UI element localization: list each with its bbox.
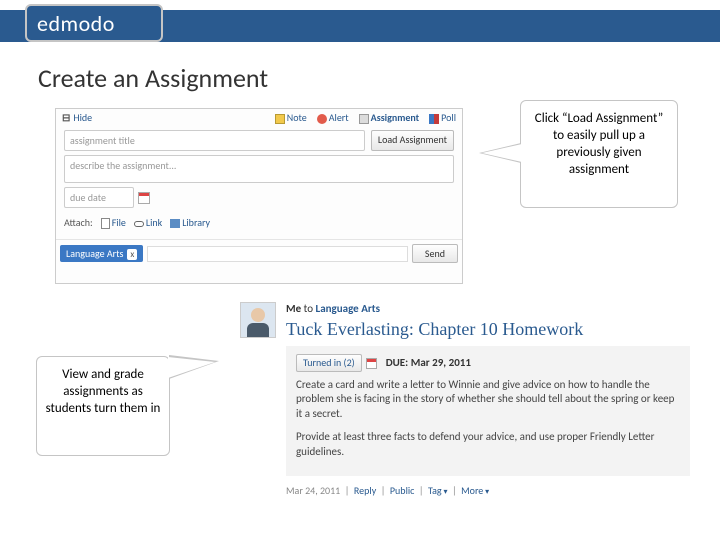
tab-alert[interactable]: Alert (317, 111, 349, 124)
attach-link-link[interactable]: Link (134, 216, 162, 229)
post-paragraph: Create a card and write a letter to Winn… (296, 378, 680, 423)
attach-library-link[interactable]: Library (170, 216, 210, 229)
recipient-tag-label: Language Arts (66, 247, 123, 260)
post-paragraph: Provide at least three facts to defend y… (296, 430, 680, 460)
post-author: Me (286, 302, 301, 315)
page-title: Create an Assignment (38, 62, 268, 94)
collapse-icon: ⊟ (62, 111, 70, 124)
alert-icon (317, 114, 327, 124)
callout-load-assignment: Click “Load Assignment” to easily pull u… (520, 100, 678, 208)
attach-file-link[interactable]: File (101, 216, 126, 229)
post-body: Create a card and write a letter to Winn… (296, 378, 680, 460)
library-icon (170, 219, 180, 228)
assignment-description-input[interactable]: describe the assignment... (64, 155, 454, 183)
recipient-input[interactable] (147, 246, 408, 262)
reply-link[interactable]: Reply (354, 484, 376, 497)
remove-tag-button[interactable]: x (127, 249, 137, 260)
attach-label: Attach: (64, 216, 93, 229)
tab-assignment[interactable]: Assignment (359, 111, 420, 124)
post-body-box: Turned in (2) DUE: Mar 29, 2011 Create a… (286, 346, 690, 476)
tab-note[interactable]: Note (275, 111, 307, 124)
assignment-post: Me to Language Arts Tuck Everlasting: Ch… (240, 302, 690, 497)
turned-in-button[interactable]: Turned in (2) (296, 354, 362, 372)
post-meta: Mar 24, 2011 | Reply | Public | Tag | Mo… (286, 484, 690, 497)
hide-link[interactable]: Hide (73, 111, 92, 124)
note-icon (275, 114, 285, 124)
assignment-form: ⊟ Hide Note Alert Assignment Poll assign… (55, 108, 463, 284)
logo: edmodo (25, 4, 163, 42)
due-label: DUE: Mar 29, 2011 (386, 356, 471, 369)
post-date: Mar 24, 2011 (286, 484, 340, 497)
post-header: Me to Language Arts (286, 302, 690, 315)
calendar-icon[interactable] (138, 192, 150, 204)
assignment-title-input[interactable]: assignment title (64, 130, 365, 151)
calendar-icon (366, 358, 377, 369)
link-icon (134, 221, 144, 227)
post-title: Tuck Everlasting: Chapter 10 Homework (286, 319, 690, 340)
due-date-input[interactable]: due date (64, 187, 134, 208)
recipient-tag[interactable]: Language Arts x (60, 245, 143, 262)
callout-view-grade: View and grade assignments as students t… (36, 356, 170, 456)
tag-dropdown[interactable]: Tag (428, 484, 447, 497)
send-button[interactable]: Send (412, 244, 458, 263)
assignment-icon (359, 114, 369, 124)
poll-icon (429, 114, 439, 124)
load-assignment-button[interactable]: Load Assignment (371, 130, 454, 151)
avatar (240, 302, 276, 338)
tab-poll[interactable]: Poll (429, 111, 456, 124)
file-icon (101, 218, 110, 229)
more-dropdown[interactable]: More (461, 484, 489, 497)
post-group-link[interactable]: Language Arts (316, 302, 380, 315)
post-type-tabs: Note Alert Assignment Poll (275, 111, 456, 124)
public-link[interactable]: Public (390, 484, 415, 497)
